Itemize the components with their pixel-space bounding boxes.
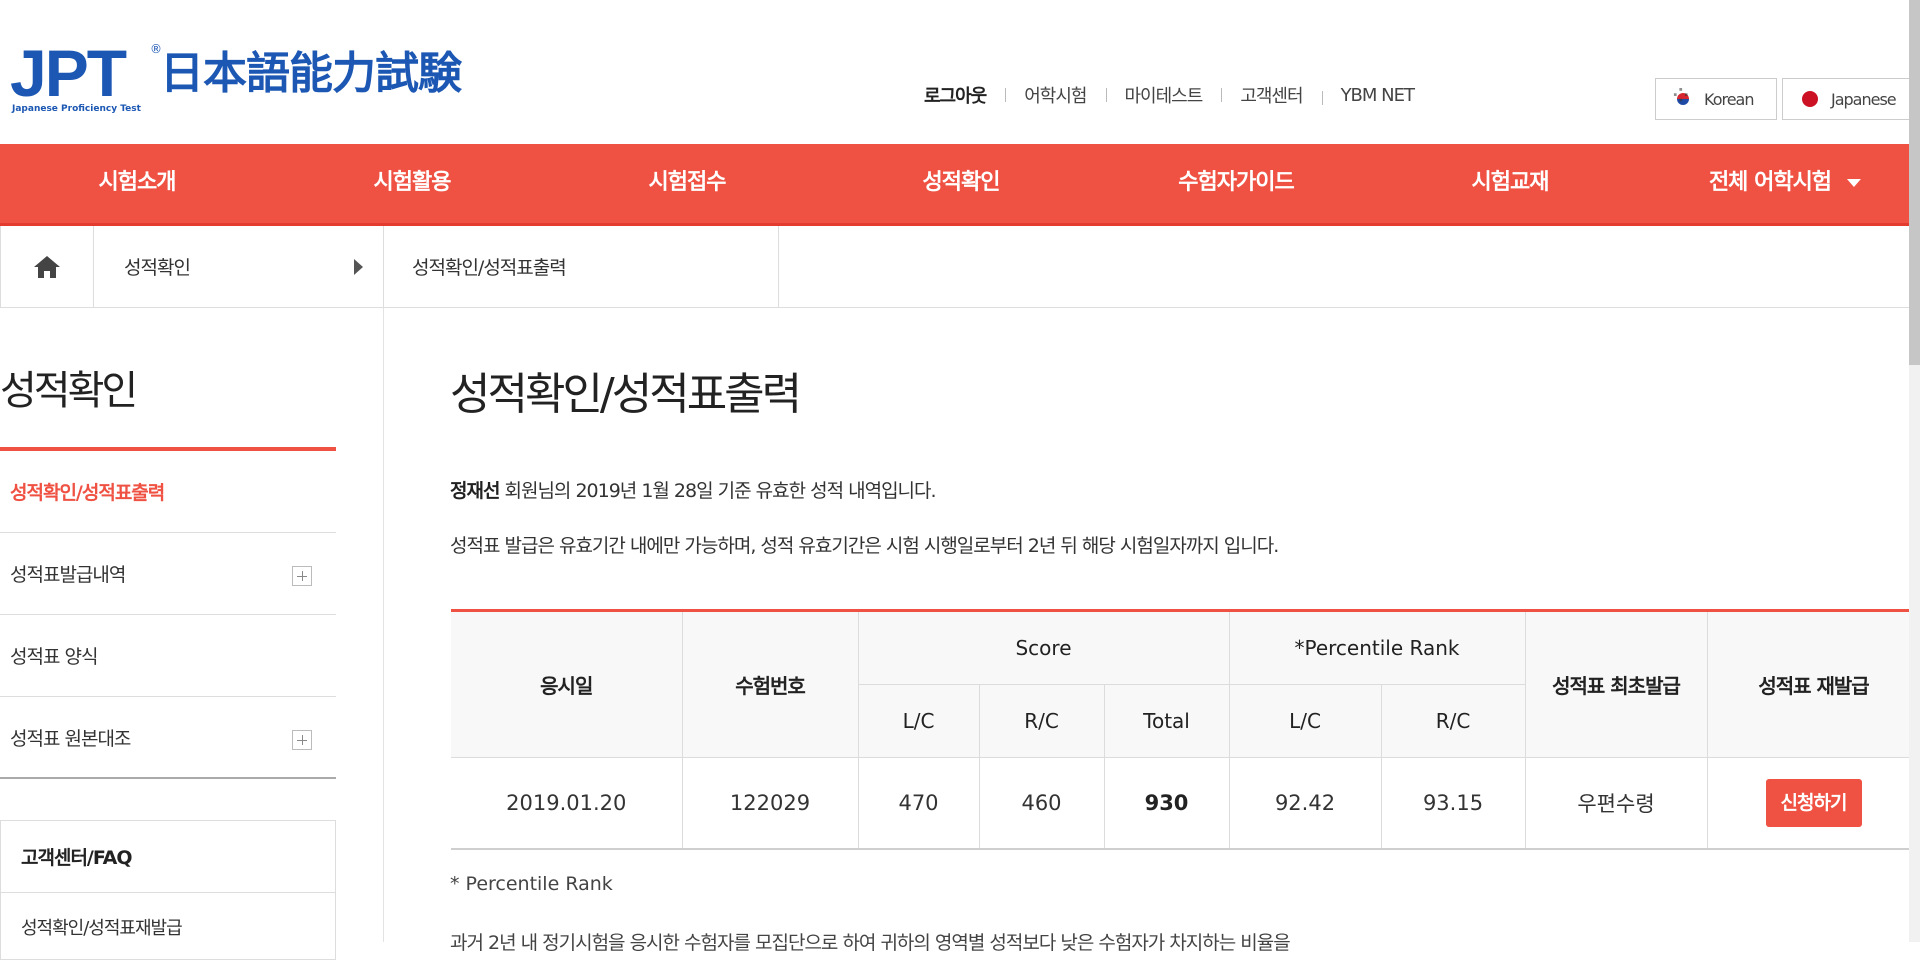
jpt-logo[interactable]: JPT ® 日本語能力試験 Japanese Proficiency Test bbox=[10, 36, 462, 120]
col-header-score: Score bbox=[857, 610, 1230, 685]
faq-box: 고객센터/FAQ 성적확인/성적표재발급 bbox=[0, 820, 336, 960]
issuance-notice: 성적표 발급은 유효기간 내에만 가능하며, 성적 유효기간은 시험 시행일로부… bbox=[450, 535, 1279, 557]
col-header-percentile-lc: L/C bbox=[1228, 684, 1382, 758]
nav-all-language-tests[interactable]: 전체 어학시험 bbox=[1708, 144, 1862, 222]
nav-exam-intro[interactable]: 시험소개 bbox=[99, 144, 177, 222]
reissue-apply-button[interactable]: 신청하기 bbox=[1765, 779, 1862, 827]
breadcrumb-level1[interactable]: 성적확인 bbox=[94, 226, 384, 307]
nav-exam-registration[interactable]: 시험접수 bbox=[649, 144, 727, 222]
col-header-exam-no: 수험번호 bbox=[681, 610, 859, 758]
breadcrumb-level2[interactable]: 성적확인/성적표출력 bbox=[384, 226, 779, 307]
sidebar-item-label: 성적확인/성적표출력 bbox=[10, 482, 165, 504]
japan-flag-icon bbox=[1799, 88, 1821, 110]
breadcrumb: 성적확인 성적확인/성적표출력 bbox=[0, 226, 1920, 308]
col-header-lc: L/C bbox=[858, 684, 980, 758]
language-korean-label: Korean bbox=[1704, 89, 1754, 109]
nav-examinee-guide[interactable]: 수험자가이드 bbox=[1178, 144, 1294, 222]
percentile-footnote: * Percentile Rank bbox=[450, 873, 613, 895]
validity-notice-text: 회원님의 2019년 1월 28일 기준 유효한 성적 내역입니다. bbox=[499, 480, 936, 502]
page-title: 성적확인/성적표출력 bbox=[450, 369, 802, 420]
col-header-first-issue: 성적표 최초발급 bbox=[1524, 610, 1708, 758]
cell-lc: 470 bbox=[857, 757, 980, 850]
plus-icon[interactable] bbox=[292, 730, 312, 750]
cell-rc: 460 bbox=[978, 757, 1105, 850]
cell-percentile-lc: 92.42 bbox=[1228, 757, 1382, 850]
caret-down-icon bbox=[1847, 179, 1862, 187]
sidebar-item-issue-history[interactable]: 성적표발급내역 bbox=[0, 533, 336, 615]
breadcrumb-home[interactable] bbox=[0, 226, 94, 307]
language-tests-link[interactable]: 어학시험 bbox=[1005, 82, 1105, 108]
sidebar-item-original-verify[interactable]: 성적표 원본대조 bbox=[0, 697, 336, 779]
nav-all-language-tests-label: 전체 어학시험 bbox=[1708, 170, 1832, 195]
col-header-rc: R/C bbox=[978, 684, 1105, 758]
language-japanese-button[interactable]: Japanese bbox=[1782, 78, 1920, 120]
korea-flag-icon bbox=[1669, 82, 1694, 110]
sidebar-item-label: 성적표 원본대조 bbox=[10, 727, 131, 750]
faq-link-reissue[interactable]: 성적확인/성적표재발급 bbox=[1, 893, 335, 961]
sidebar-menu: 성적확인/성적표출력 성적표발급내역 성적표 양식 성적표 원본대조 bbox=[0, 447, 336, 779]
scrollbar-thumb[interactable] bbox=[1909, 0, 1920, 365]
sidebar-title: 성적확인 bbox=[0, 368, 138, 414]
my-test-link[interactable]: 마이테스트 bbox=[1105, 82, 1222, 108]
site-header: JPT ® 日本語能力試験 Japanese Proficiency Test … bbox=[0, 0, 1920, 144]
language-japanese-label: Japanese bbox=[1831, 89, 1897, 109]
cell-total: 930 bbox=[1103, 757, 1230, 850]
logout-link[interactable]: 로그아웃 bbox=[924, 82, 1005, 108]
col-header-reissue: 성적표 재발급 bbox=[1706, 610, 1920, 758]
col-header-percentile-rc: R/C bbox=[1380, 684, 1526, 758]
nav-score-check[interactable]: 성적확인 bbox=[923, 144, 1001, 222]
cell-percentile-rc: 93.15 bbox=[1380, 757, 1526, 850]
nav-exam-use[interactable]: 시험활용 bbox=[374, 144, 452, 222]
caret-right-icon bbox=[354, 258, 363, 275]
customer-center-link[interactable]: 고객센터 bbox=[1221, 82, 1321, 108]
breadcrumb-level1-label: 성적확인 bbox=[124, 257, 191, 279]
sidebar-item-score-print[interactable]: 성적확인/성적표출력 bbox=[0, 451, 336, 533]
page-scrollbar[interactable] bbox=[1909, 0, 1920, 942]
language-korean-button[interactable]: Korean bbox=[1655, 78, 1777, 120]
logo-wordmark: JPT bbox=[10, 36, 127, 110]
plus-icon[interactable] bbox=[292, 566, 312, 586]
utility-nav: 로그아웃 어학시험 마이테스트 고객센터 YBM NET bbox=[924, 82, 1433, 108]
sidebar-divider bbox=[383, 308, 384, 942]
col-header-total: Total bbox=[1103, 684, 1230, 758]
cell-exam-no: 122029 bbox=[681, 757, 859, 850]
col-header-date: 응시일 bbox=[451, 610, 683, 758]
sidebar-item-report-form[interactable]: 성적표 양식 bbox=[0, 615, 336, 697]
cell-reissue: 신청하기 bbox=[1706, 757, 1920, 850]
logo-title: 日本語能力試験 bbox=[160, 48, 462, 99]
logo-subtitle: Japanese Proficiency Test bbox=[12, 104, 141, 114]
table-row: 2019.01.20 122029 470 460 930 92.42 93.1… bbox=[451, 757, 1920, 850]
table-header-row: 응시일 수험번호 Score *Percentile Rank 성적표 최초발급… bbox=[451, 610, 1920, 758]
col-header-percentile: *Percentile Rank bbox=[1228, 610, 1526, 685]
home-icon bbox=[34, 255, 60, 278]
ybm-net-link[interactable]: YBM NET bbox=[1321, 85, 1433, 106]
member-name: 정재선 bbox=[450, 480, 500, 502]
validity-notice: 정재선 회원님의 2019년 1월 28일 기준 유효한 성적 내역입니다. bbox=[450, 476, 937, 503]
nav-exam-books[interactable]: 시험교재 bbox=[1472, 144, 1550, 222]
cell-first-issue: 우편수령 bbox=[1524, 757, 1708, 850]
main-nav: 시험소개 시험활용 시험접수 성적확인 수험자가이드 시험교재 전체 어학시험 bbox=[0, 144, 1920, 226]
breadcrumb-level2-label: 성적확인/성적표출력 bbox=[412, 257, 567, 279]
sidebar-item-label: 성적표 양식 bbox=[10, 646, 98, 668]
score-table: 응시일 수험번호 Score *Percentile Rank 성적표 최초발급… bbox=[451, 609, 1920, 850]
cell-date: 2019.01.20 bbox=[451, 757, 683, 850]
faq-title: 고객센터/FAQ bbox=[1, 821, 335, 893]
sidebar-item-label: 성적표발급내역 bbox=[10, 564, 126, 586]
